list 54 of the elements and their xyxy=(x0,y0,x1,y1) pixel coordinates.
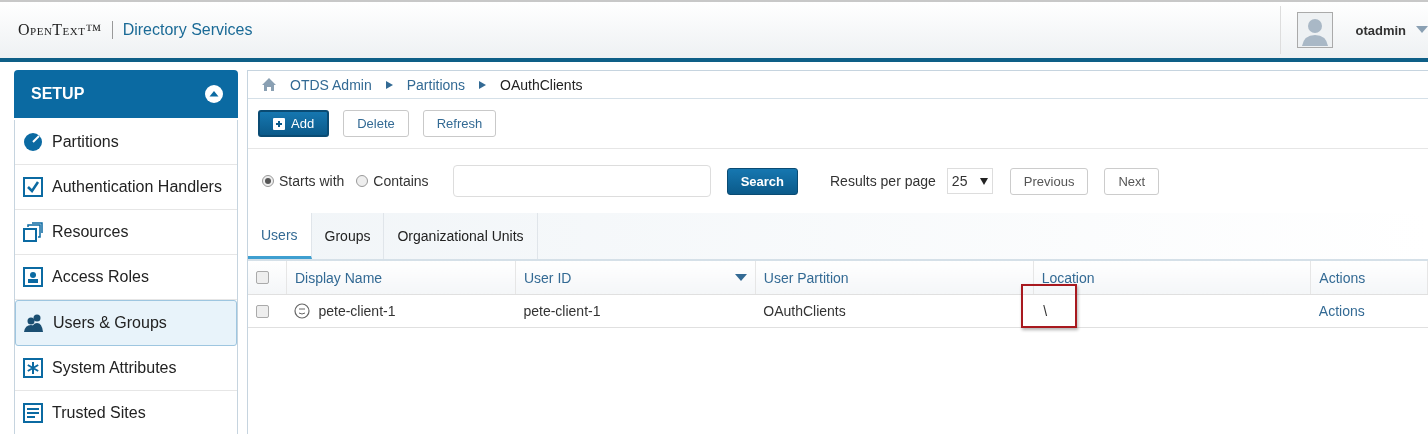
table-cell: pete-client-1 xyxy=(318,303,396,319)
user-name[interactable]: otadmin xyxy=(1355,22,1406,38)
results-label: Results per page xyxy=(830,173,936,189)
actions-link[interactable]: Actions xyxy=(1318,303,1365,319)
toolbar-button[interactable]: Delete xyxy=(343,110,409,137)
separator-icon xyxy=(385,80,393,89)
sidebar-item[interactable]: System Attributes xyxy=(15,346,237,391)
table-cell: OAuthClients xyxy=(763,303,846,319)
select-all-checkbox[interactable] xyxy=(256,271,269,284)
sidebar-item[interactable]: Resources xyxy=(15,210,237,255)
people-icon xyxy=(24,313,44,333)
stacked-squares-icon xyxy=(23,222,43,242)
home-icon[interactable] xyxy=(262,78,276,91)
caret-icon xyxy=(979,177,988,185)
product-title: Directory Services xyxy=(122,21,253,39)
column-header[interactable]: User ID xyxy=(523,269,572,286)
column-header[interactable]: Display Name xyxy=(294,269,383,286)
caret-icon[interactable] xyxy=(1416,26,1428,34)
client-icon xyxy=(294,303,311,319)
setup-header[interactable]: SETUP xyxy=(14,70,238,118)
results-dropdown[interactable]: 25 xyxy=(946,168,993,194)
search-button[interactable]: Search xyxy=(726,167,798,195)
column-header[interactable]: Location xyxy=(1041,269,1095,286)
sort-icon[interactable] xyxy=(734,273,747,282)
sidebar-item[interactable]: Authentication Handlers xyxy=(15,165,237,210)
table-cell: pete-client-1 xyxy=(523,303,601,319)
avatar-icon[interactable] xyxy=(1297,12,1334,48)
plus-icon xyxy=(273,117,285,130)
column-header[interactable]: Actions xyxy=(1319,269,1366,286)
breadcrumb-link[interactable]: Partitions xyxy=(406,76,466,93)
separator-icon xyxy=(479,80,487,89)
previous-button[interactable]: Previous xyxy=(1009,167,1089,195)
radio-option[interactable]: Contains xyxy=(356,173,429,189)
table-cell-text: \ xyxy=(1042,303,1047,319)
asterisk-icon xyxy=(23,358,43,378)
column-header[interactable]: User Partition xyxy=(763,269,849,286)
sidebar-item[interactable]: Partitions xyxy=(15,120,237,165)
badge-icon xyxy=(23,267,43,287)
sidebar-item[interactable]: Trusted Sites xyxy=(15,391,237,434)
radio-option[interactable]: Starts with xyxy=(262,173,345,189)
disc-icon xyxy=(23,132,43,152)
collapse-icon[interactable] xyxy=(204,84,224,104)
row-checkbox[interactable] xyxy=(256,304,269,318)
search-field[interactable] xyxy=(452,165,711,197)
next-button[interactable]: Next xyxy=(1104,167,1160,195)
brand-logo: OpenText™ xyxy=(18,21,113,39)
sidebar-item[interactable]: Users & Groups xyxy=(15,300,237,346)
toolbar-button[interactable]: Refresh xyxy=(422,110,497,137)
breadcrumb-link[interactable]: OTDS Admin xyxy=(290,76,372,93)
tab[interactable]: Users xyxy=(248,213,312,259)
list-icon xyxy=(23,403,43,423)
add-button[interactable]: Add xyxy=(258,110,330,137)
highlight-box xyxy=(1021,284,1077,328)
checkbox-icon xyxy=(23,177,43,197)
